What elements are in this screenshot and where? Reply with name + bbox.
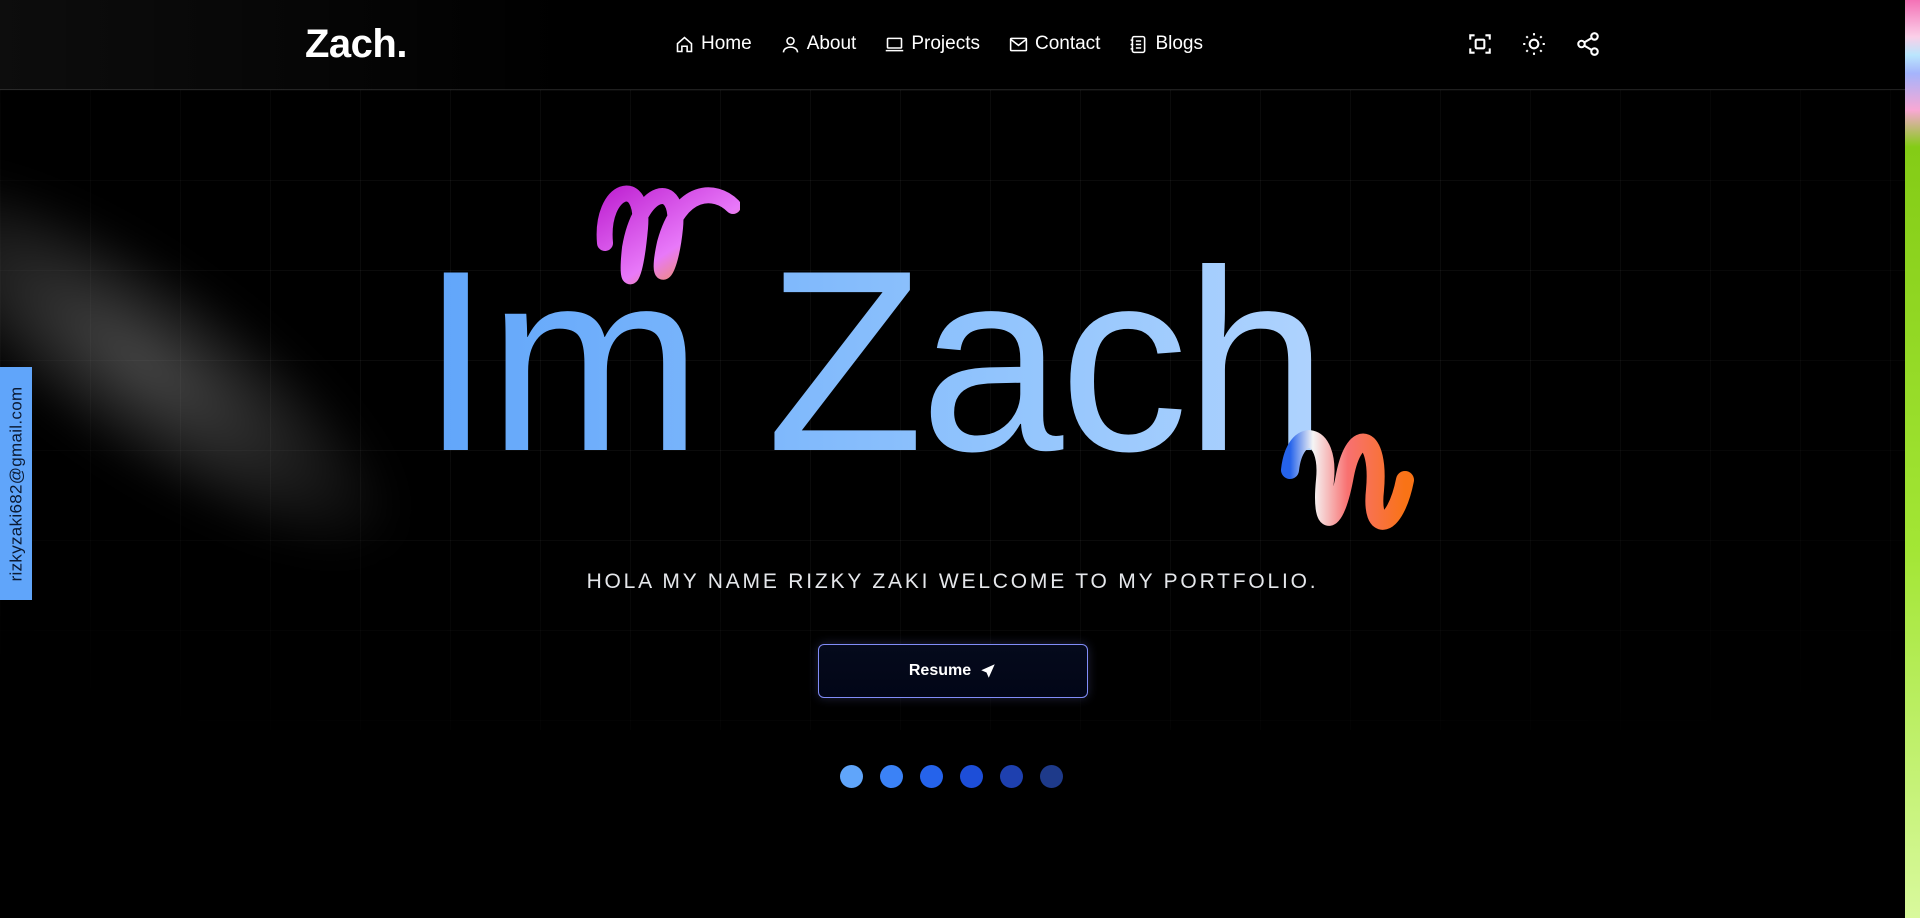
nav-about-label: About bbox=[806, 33, 857, 54]
side-email-tab[interactable]: rizkyzaki682@gmail.com bbox=[0, 367, 32, 600]
fullscreen-button[interactable] bbox=[1467, 31, 1493, 57]
carousel-dot[interactable] bbox=[960, 765, 983, 788]
share-button[interactable] bbox=[1575, 31, 1601, 57]
nav-contact[interactable]: Contact bbox=[1008, 33, 1100, 55]
nav-home[interactable]: Home bbox=[674, 33, 752, 55]
purple-spiral-decoration bbox=[596, 185, 740, 285]
side-email-label: rizkyzaki682@gmail.com bbox=[6, 386, 26, 581]
site-logo[interactable]: Zach. bbox=[305, 22, 407, 67]
home-icon bbox=[676, 35, 693, 52]
theme-toggle-button[interactable] bbox=[1521, 31, 1547, 57]
site-header: Zach. Home About Projects Contact Blogs bbox=[0, 0, 1905, 90]
scrollbar-thumb[interactable] bbox=[1905, 0, 1920, 918]
carousel-dot[interactable] bbox=[1000, 765, 1023, 788]
nav-projects-label: Projects bbox=[911, 33, 980, 54]
resume-button-label: Resume bbox=[908, 662, 972, 679]
nav-about[interactable]: About bbox=[780, 33, 857, 55]
carousel-dot[interactable] bbox=[840, 765, 863, 788]
nav-blogs-label: Blogs bbox=[1155, 33, 1203, 54]
carousel-dot[interactable] bbox=[920, 765, 943, 788]
nav-projects[interactable]: Projects bbox=[884, 33, 980, 55]
user-icon bbox=[782, 36, 798, 52]
header-tools bbox=[1467, 31, 1601, 57]
nav-contact-label: Contact bbox=[1034, 33, 1101, 54]
main-nav: Home About Projects Contact Blogs bbox=[674, 33, 1203, 55]
mail-icon bbox=[1009, 37, 1028, 51]
page: Zach. Home About Projects Contact Blogs bbox=[0, 0, 1905, 918]
resume-button[interactable]: Resume bbox=[818, 644, 1088, 698]
orange-spiral-decoration bbox=[1281, 430, 1414, 530]
carousel-dots bbox=[840, 765, 1063, 788]
share-icon bbox=[1577, 32, 1599, 56]
laptop-icon bbox=[886, 37, 904, 51]
notebook-icon bbox=[1131, 35, 1146, 53]
sun-icon bbox=[1523, 33, 1545, 55]
scan-icon bbox=[1469, 34, 1491, 54]
nav-blogs[interactable]: Blogs bbox=[1128, 33, 1203, 55]
hero-subtitle: HOLA MY NAME RIZKY ZAKI WELCOME TO MY PO… bbox=[586, 570, 1319, 593]
send-icon bbox=[981, 664, 995, 678]
carousel-dot[interactable] bbox=[880, 765, 903, 788]
carousel-dot[interactable] bbox=[1040, 765, 1063, 788]
nav-home-label: Home bbox=[701, 33, 752, 54]
